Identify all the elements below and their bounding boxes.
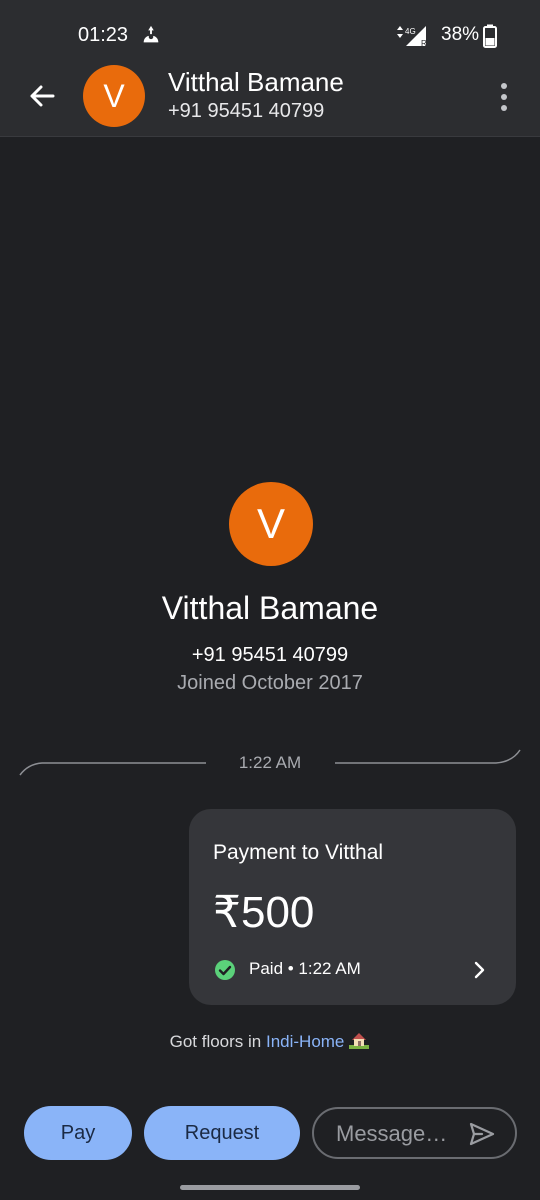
message-box[interactable] bbox=[312, 1107, 517, 1159]
battery-percentage: 38% bbox=[441, 24, 480, 45]
signal-4g-icon: 4G R bbox=[397, 26, 427, 48]
chevron-right-icon bbox=[474, 961, 485, 979]
message-input[interactable] bbox=[336, 1119, 460, 1149]
note-link[interactable]: Indi-Home bbox=[266, 1032, 344, 1051]
payment-title: Payment to Vitthal bbox=[213, 841, 384, 864]
profile-joined-date: Joined October 2017 bbox=[177, 672, 363, 694]
network-label: 4G bbox=[405, 27, 416, 36]
divider-right bbox=[335, 749, 521, 764]
svg-text:R: R bbox=[421, 39, 427, 48]
house-emoji-icon bbox=[349, 1033, 370, 1049]
profile-phone: +91 95451 40799 bbox=[191, 644, 349, 666]
profile-name: Vitthal Bamane bbox=[161, 590, 379, 626]
more-vert-icon[interactable] bbox=[492, 80, 516, 114]
request-button[interactable]: Request bbox=[144, 1106, 300, 1160]
note-text: Got floors in bbox=[169, 1032, 266, 1051]
contact-avatar[interactable]: V bbox=[83, 65, 145, 127]
back-arrow-icon[interactable] bbox=[26, 80, 58, 112]
contact-phone: +91 95451 40799 bbox=[168, 100, 325, 122]
payment-card[interactable]: Payment to Vitthal ₹500 Paid • 1:22 AM bbox=[189, 809, 516, 1005]
battery-icon bbox=[483, 24, 497, 48]
drive-upload-icon bbox=[143, 25, 159, 43]
home-indicator[interactable] bbox=[180, 1185, 360, 1190]
payment-status: Paid • 1:22 AM bbox=[249, 959, 361, 978]
pay-button[interactable]: Pay bbox=[24, 1106, 132, 1160]
payment-note: Got floors in Indi-Home bbox=[0, 1030, 540, 1052]
status-time: 01:23 bbox=[78, 24, 129, 46]
check-circle-icon bbox=[215, 960, 235, 980]
profile-avatar: V bbox=[229, 482, 313, 566]
status-bar: 01:23 4G R 38% bbox=[0, 0, 540, 56]
conversation-header: V Vitthal Bamane +91 95451 40799 bbox=[0, 56, 540, 137]
payment-amount: ₹500 bbox=[213, 888, 315, 937]
contact-name[interactable]: Vitthal Bamane bbox=[168, 67, 344, 98]
send-icon[interactable] bbox=[468, 1121, 496, 1147]
